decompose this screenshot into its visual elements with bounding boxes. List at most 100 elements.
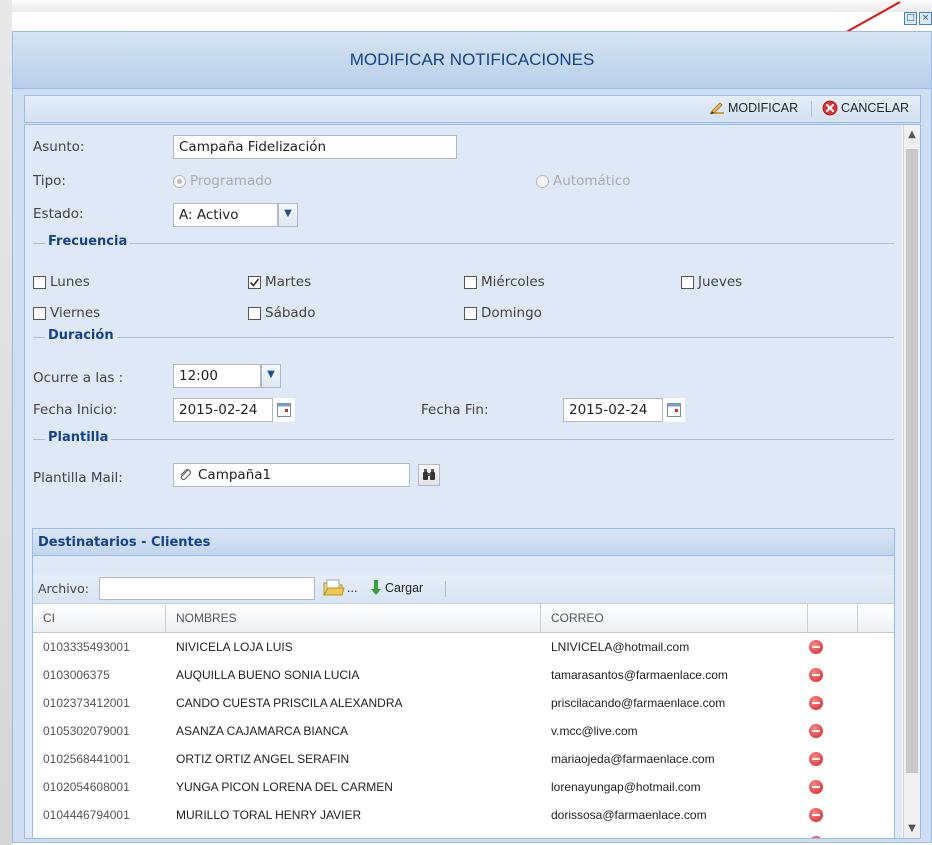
- modify-button[interactable]: MODIFICAR: [709, 100, 798, 116]
- cancel-button-label: CANCELAR: [841, 101, 910, 115]
- cell-name: ASANZA CAJAMARCA BIANCA: [176, 724, 349, 738]
- checkbox-icon: [33, 306, 46, 320]
- delete-row-icon[interactable]: [809, 752, 823, 766]
- cell-ci: 0104454277001: [33, 829, 166, 838]
- window-toolbar: MODIFICAR CANCELAR: [24, 95, 921, 123]
- delete-row-icon[interactable]: [809, 668, 823, 682]
- file-input[interactable]: [99, 577, 315, 600]
- time-dropdown-trigger[interactable]: ▼: [261, 364, 281, 388]
- checkbox-icon: [464, 306, 477, 320]
- type-radio-programmed[interactable]: Programado: [173, 173, 272, 189]
- column-header-email[interactable]: CORREO: [541, 604, 808, 632]
- delete-row-icon[interactable]: [809, 696, 823, 710]
- cell-name: CANDO CUESTA PRISCILA ALEXANDRA: [176, 696, 403, 710]
- checkbox-jueves[interactable]: Jueves: [681, 274, 742, 290]
- template-mail-value: Campaña1: [198, 467, 272, 483]
- window-titlebar[interactable]: MODIFICAR NOTIFICACIONES: [13, 32, 931, 89]
- checkbox-icon: [33, 275, 46, 289]
- table-row[interactable]: 0104454277001ABAD CONTRERAS ARTURO XAVIE…: [33, 829, 894, 838]
- binoculars-icon[interactable]: [418, 464, 440, 486]
- checkbox-icon: [248, 306, 261, 320]
- table-row[interactable]: 0105302079001 ASANZA CAJAMARCA BIANCA v.mc…: [33, 717, 894, 746]
- table-row[interactable]: 0103006375 AUQUILLA BUENO SONIA LUCIA tama…: [33, 661, 894, 690]
- delete-row-icon[interactable]: [809, 808, 823, 822]
- frequency-legend: Frecuencia: [45, 234, 131, 249]
- type-radio-programmed-label: Programado: [190, 173, 273, 189]
- delete-row-icon[interactable]: [809, 640, 823, 654]
- load-button-label: Cargar: [385, 581, 424, 595]
- recipients-toolbar: Archivo: ... Cargar: [33, 575, 894, 604]
- end-date-label: Fecha Fin:: [421, 402, 489, 418]
- delete-row-icon[interactable]: [809, 724, 823, 738]
- checkbox-miercoles[interactable]: Miércoles: [464, 274, 545, 290]
- pencil-icon: [710, 102, 724, 115]
- chevron-down-icon: ▼: [267, 369, 275, 380]
- cell-email: mariaojeda@farmaenlace.com: [551, 752, 715, 766]
- checkbox-checked-icon: [248, 275, 261, 289]
- type-radio-automatic[interactable]: Automático: [536, 173, 631, 189]
- checkbox-viernes-label: Viernes: [50, 305, 101, 321]
- table-row[interactable]: 0103335493001 NIVICELA LOJA LUIS LNIVICELA…: [33, 633, 894, 662]
- cell-name: AUQUILLA BUENO SONIA LUCIA: [176, 668, 360, 682]
- table-row[interactable]: 0102568441001 ORTIZ ORTIZ ANGEL SERAFIN ma…: [33, 745, 894, 774]
- cell-name: NIVICELA LOJA LUIS: [176, 640, 293, 654]
- template-mail-input[interactable]: Campaña1: [173, 463, 410, 487]
- start-date-input[interactable]: 2015-02-24: [173, 398, 273, 422]
- cell-ci: 0103335493001: [43, 640, 130, 654]
- recipients-panel-title: Destinatarios - Clientes: [38, 535, 211, 550]
- template-mail-label: Plantilla Mail:: [33, 470, 123, 486]
- checkbox-domingo[interactable]: Domingo: [464, 305, 542, 321]
- vertical-scrollbar[interactable]: ▲ ▼: [903, 125, 920, 838]
- paperclip-icon: [180, 469, 191, 481]
- delete-row-icon[interactable]: [809, 836, 823, 838]
- cell-email: LNIVICELA@hotmail.com: [551, 640, 690, 654]
- subject-label: Asunto:: [33, 139, 85, 155]
- start-date-label: Fecha Inicio:: [33, 402, 118, 418]
- time-label: Ocurre a las :: [33, 370, 124, 386]
- window-title: MODIFICAR NOTIFICACIONES: [349, 50, 595, 69]
- table-row[interactable]: 0104446794001 MURILLO TORAL HENRY JAVIER d…: [33, 801, 894, 830]
- toolbar-separator: [811, 101, 812, 117]
- checkbox-domingo-label: Domingo: [481, 305, 542, 321]
- checkbox-lunes[interactable]: Lunes: [33, 274, 90, 290]
- template-legend: Plantilla: [45, 430, 112, 445]
- status-dropdown-trigger[interactable]: ▼: [278, 203, 298, 227]
- delete-row-icon[interactable]: [809, 780, 823, 794]
- modify-notifications-window: MODIFICAR NOTIFICACIONES MODIFICAR CANCE…: [12, 31, 932, 843]
- template-divider: [33, 439, 894, 440]
- table-row[interactable]: 0102054608001 YUNGA PICON LORENA DEL CARM…: [33, 773, 894, 802]
- cell-name: ABAD CONTRERAS ARTURO XAVIER: [166, 829, 541, 838]
- column-header-ci[interactable]: CI: [33, 604, 166, 632]
- status-select[interactable]: A: Activo: [173, 203, 278, 227]
- subject-input[interactable]: Campaña Fidelización: [173, 135, 457, 159]
- cancel-icon: [822, 100, 838, 116]
- file-label: Archivo:: [38, 581, 89, 596]
- status-label: Estado:: [33, 206, 84, 222]
- cell-ci: 0104446794001: [43, 808, 130, 822]
- scroll-up-icon[interactable]: ▲: [904, 129, 920, 140]
- checkbox-sabado[interactable]: Sábado: [248, 305, 316, 321]
- recipients-grid-header: CI NOMBRES CORREO: [33, 604, 894, 633]
- end-date-input[interactable]: 2015-02-24: [563, 398, 663, 422]
- column-header-names[interactable]: NOMBRES: [166, 604, 541, 632]
- recipients-panel: Destinatarios - Clientes Archivo: ... Ca…: [32, 528, 895, 838]
- table-row[interactable]: 0102373412001 CANDO CUESTA PRISCILA ALEXA…: [33, 689, 894, 718]
- calendar-icon[interactable]: [273, 398, 295, 422]
- window-body: Asunto: Campaña Fidelización Tipo: Progr…: [24, 124, 921, 839]
- cell-name: MURILLO TORAL HENRY JAVIER: [176, 808, 362, 822]
- checkbox-viernes[interactable]: Viernes: [33, 305, 100, 321]
- browse-button[interactable]: ...: [323, 579, 357, 597]
- checkbox-martes[interactable]: Martes: [248, 274, 311, 290]
- scroll-down-icon[interactable]: ▼: [904, 823, 920, 834]
- column-header-actions: [808, 604, 858, 632]
- cancel-button[interactable]: CANCELAR: [822, 100, 909, 116]
- cell-email: lorenayungap@hotmail.com: [551, 780, 701, 794]
- cell-email: v.mcc@live.com: [551, 724, 638, 738]
- time-select[interactable]: 12:00: [173, 364, 261, 388]
- load-button[interactable]: Cargar: [371, 580, 423, 596]
- open-folder-icon: [323, 579, 345, 596]
- checkbox-martes-label: Martes: [265, 274, 312, 290]
- calendar-icon[interactable]: [663, 398, 685, 422]
- scrollbar-thumb[interactable]: [906, 149, 918, 773]
- checkbox-miercoles-label: Miércoles: [481, 274, 545, 290]
